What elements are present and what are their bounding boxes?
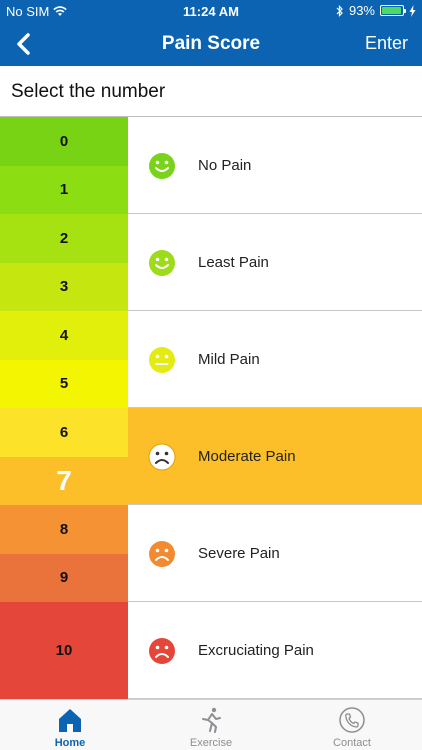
tab-contact[interactable]: Contact bbox=[282, 700, 422, 750]
scale-value-5[interactable]: 5 bbox=[0, 359, 128, 408]
scale-value-2[interactable]: 2 bbox=[0, 214, 128, 263]
page-title: Pain Score bbox=[161, 33, 261, 54]
scale-value-3[interactable]: 3 bbox=[0, 262, 128, 311]
pain-row-moderate-pain[interactable]: Moderate Pain bbox=[128, 408, 422, 505]
home-icon bbox=[59, 709, 81, 732]
prompt-label: Select the number bbox=[11, 81, 166, 102]
scale-value-0[interactable]: 0 bbox=[0, 117, 128, 166]
scale-value-7[interactable]: 7 bbox=[0, 456, 128, 505]
smile-face-icon bbox=[149, 152, 175, 179]
pain-row-label: Severe Pain bbox=[198, 544, 280, 562]
pain-row-mild-pain[interactable]: Mild Pain bbox=[128, 311, 422, 408]
pain-row-label: Excruciating Pain bbox=[198, 641, 314, 659]
charging-icon bbox=[409, 4, 416, 17]
battery-percent: 93% bbox=[348, 3, 375, 18]
tab-exercise[interactable]: Exercise bbox=[141, 700, 281, 750]
status-right-group: 93% bbox=[336, 3, 416, 18]
runner-icon bbox=[202, 707, 221, 733]
tab-home[interactable]: Home bbox=[0, 700, 140, 750]
frown-face-icon bbox=[149, 637, 175, 664]
pain-row-label: Moderate Pain bbox=[198, 447, 296, 465]
pain-row-label: No Pain bbox=[198, 156, 252, 174]
pain-row-label: Least Pain bbox=[198, 253, 269, 271]
battery-icon bbox=[380, 5, 406, 16]
enter-button[interactable]: Enter bbox=[365, 33, 408, 54]
tab-bar: Home Exercise Contact bbox=[0, 699, 422, 750]
phone-icon bbox=[339, 707, 365, 733]
pain-row-no-pain[interactable]: No Pain bbox=[128, 117, 422, 214]
pain-row-excruciating-pain[interactable]: Excruciating Pain bbox=[128, 602, 422, 699]
pain-row-severe-pain[interactable]: Severe Pain bbox=[128, 505, 422, 602]
pain-row-label: Mild Pain bbox=[198, 350, 260, 368]
scale-value-6[interactable]: 6 bbox=[0, 408, 128, 457]
pain-descriptors: No Pain Least Pain Mild Pain Moderate Pain S… bbox=[128, 117, 422, 699]
smile-face-icon bbox=[149, 249, 175, 276]
navigation-bar: Pain Score Enter bbox=[0, 22, 422, 66]
scale-value-10[interactable]: 10 bbox=[0, 602, 128, 699]
frown-face-icon bbox=[149, 540, 175, 567]
tab-exercise-label: Exercise bbox=[189, 737, 233, 749]
bluetooth-icon bbox=[336, 4, 343, 17]
tab-home-label: Home bbox=[54, 737, 86, 749]
select-number-header: Select the number bbox=[0, 66, 422, 117]
tab-contact-label: Contact bbox=[333, 737, 371, 749]
neutral-face-icon bbox=[149, 346, 175, 373]
scale-value-8[interactable]: 8 bbox=[0, 505, 128, 554]
frown-face-icon bbox=[148, 443, 176, 470]
scale-value-4[interactable]: 4 bbox=[0, 311, 128, 360]
pain-row-least-pain[interactable]: Least Pain bbox=[128, 214, 422, 311]
status-bar: No SIM 11:24 AM 93% bbox=[0, 0, 422, 22]
pain-scale: 0 1 2 3 4 5 6 7 8 9 10 bbox=[0, 117, 128, 699]
battery-level bbox=[382, 7, 401, 14]
scale-value-1[interactable]: 1 bbox=[0, 165, 128, 214]
scale-value-9[interactable]: 9 bbox=[0, 553, 128, 602]
